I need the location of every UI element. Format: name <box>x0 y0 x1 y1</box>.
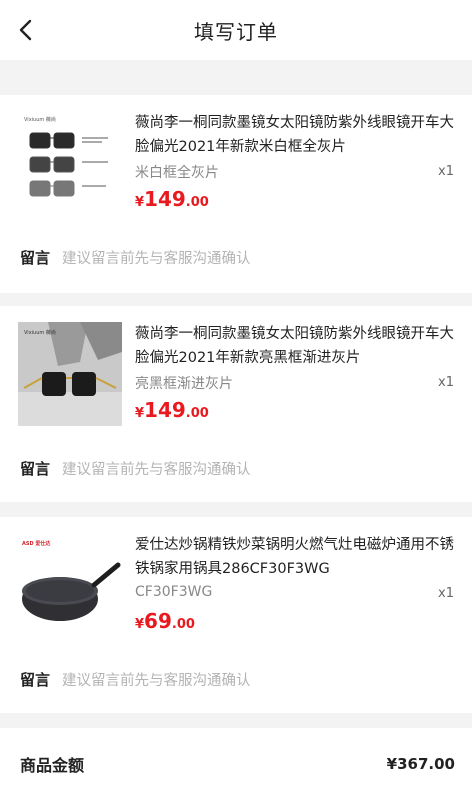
product-spec: 亮黑框渐进灰片 <box>135 376 233 392</box>
thumbnail-brand-text: Vixiuum 薇尚 <box>24 116 56 123</box>
message-row[interactable]: 留言 建议留言前先与客服沟通确认 <box>20 669 251 690</box>
price-currency: ¥ <box>135 617 145 632</box>
message-label: 留言 <box>20 460 51 478</box>
price-currency: ¥ <box>135 195 145 210</box>
product-thumbnail[interactable]: ASD 爱仕达 <box>18 533 122 637</box>
product-quantity: x1 <box>438 164 454 179</box>
goods-amount-label: 商品金额 <box>20 756 85 775</box>
product-price: ¥69.00 <box>135 609 195 633</box>
product-spec: CF30F3WG <box>135 584 213 600</box>
order-item-card: Vixiuum 薇尚 薇尚李一桐同款墨镜女太阳镜防紫外线眼镜开车大脸偏光2021… <box>0 306 472 502</box>
sunglasses-image: Vixiuum 薇尚 <box>18 322 122 426</box>
order-summary: 商品金额 ¥367.00 <box>0 728 472 792</box>
thumbnail-brand-text: Vixiuum 薇尚 <box>24 329 56 336</box>
price-decimal: .00 <box>185 195 209 210</box>
order-item-card: Vixiuum 薇尚 薇尚李一桐同款墨镜女太阳镜防紫外线眼镜开车大脸偏光2021… <box>0 95 472 293</box>
product-price: ¥149.00 <box>135 187 209 211</box>
message-input[interactable]: 建议留言前先与客服沟通确认 <box>62 669 251 690</box>
message-label: 留言 <box>20 249 51 267</box>
product-price: ¥149.00 <box>135 398 209 422</box>
message-label: 留言 <box>20 671 51 689</box>
header-bar: 填写订单 <box>0 0 472 60</box>
price-integer: 149 <box>144 398 186 422</box>
message-input[interactable]: 建议留言前先与客服沟通确认 <box>62 458 251 479</box>
message-row[interactable]: 留言 建议留言前先与客服沟通确认 <box>20 247 251 268</box>
wok-image: ASD 爱仕达 <box>18 533 122 637</box>
product-thumbnail[interactable]: Vixiuum 薇尚 <box>18 111 122 215</box>
page-title: 填写订单 <box>194 19 278 44</box>
product-spec: 米白框全灰片 <box>135 165 219 181</box>
chevron-left-icon <box>19 19 32 41</box>
thumbnail-brand-text: ASD 爱仕达 <box>22 540 50 547</box>
price-decimal: .00 <box>171 617 195 632</box>
product-quantity: x1 <box>438 375 454 390</box>
product-name[interactable]: 薇尚李一桐同款墨镜女太阳镜防紫外线眼镜开车大脸偏光2021年新款米白框全灰片 <box>135 111 455 159</box>
product-name[interactable]: 薇尚李一桐同款墨镜女太阳镜防紫外线眼镜开车大脸偏光2021年新款亮黑框渐进灰片 <box>135 322 455 370</box>
message-row[interactable]: 留言 建议留言前先与客服沟通确认 <box>20 458 251 479</box>
product-thumbnail[interactable]: Vixiuum 薇尚 <box>18 322 122 426</box>
goods-amount-value: ¥367.00 <box>386 755 455 773</box>
product-quantity: x1 <box>438 586 454 601</box>
price-currency: ¥ <box>135 406 145 421</box>
sunglasses-image: Vixiuum 薇尚 <box>18 111 122 215</box>
price-integer: 149 <box>144 187 186 211</box>
order-item-card: ASD 爱仕达 爱仕达炒锅精铁炒菜锅明火燃气灶电磁炉通用不锈铁锅家用锅具286C… <box>0 517 472 713</box>
price-decimal: .00 <box>185 406 209 421</box>
product-name[interactable]: 爱仕达炒锅精铁炒菜锅明火燃气灶电磁炉通用不锈铁锅家用锅具286CF30F3WG <box>135 533 455 581</box>
price-integer: 69 <box>144 609 172 633</box>
message-input[interactable]: 建议留言前先与客服沟通确认 <box>62 247 251 268</box>
back-button[interactable] <box>14 16 40 44</box>
